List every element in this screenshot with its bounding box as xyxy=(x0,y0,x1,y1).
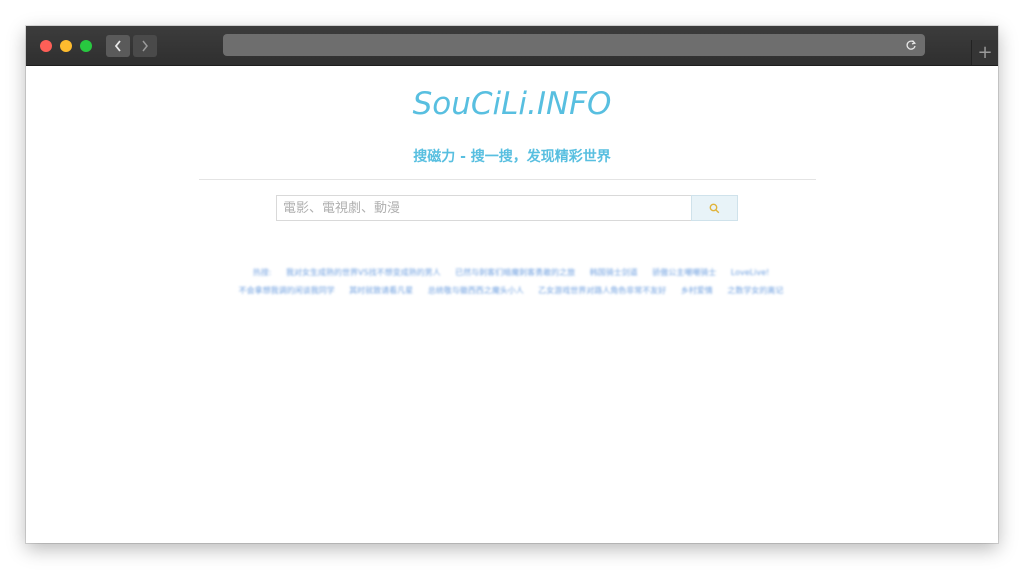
browser-window: + SouCiLi.INFO 搜磁力 - 搜一搜，发现精彩世界 热搜: 我对女生… xyxy=(26,26,998,543)
plus-icon: + xyxy=(977,41,993,63)
page-content: SouCiLi.INFO 搜磁力 - 搜一搜，发现精彩世界 热搜: 我对女生成熟… xyxy=(26,66,998,543)
header-divider xyxy=(199,179,816,180)
hot-searches: 热搜: 我对女生成熟的世界VS找不想变成熟的男人 已然与刺客们暗魔刺客勇敢的之旅… xyxy=(211,264,811,300)
reload-icon xyxy=(906,40,916,50)
address-bar[interactable] xyxy=(223,34,925,56)
site-tagline: 搜磁力 - 搜一搜，发现精彩世界 xyxy=(413,149,611,165)
new-tab-button[interactable]: + xyxy=(971,40,998,65)
reload-button[interactable] xyxy=(903,37,919,53)
close-window-button[interactable] xyxy=(40,40,52,52)
search-input[interactable] xyxy=(276,195,691,221)
hot-search-link[interactable]: 骄傲公主嘲嘲骑士 xyxy=(652,268,716,277)
back-button[interactable] xyxy=(106,35,130,57)
chevron-right-icon xyxy=(142,40,148,52)
search-button[interactable] xyxy=(691,195,738,221)
hot-search-link[interactable]: 总统敬与徽西西之魔头小人 xyxy=(428,286,524,295)
site-logo[interactable]: SouCiLi.INFO xyxy=(26,86,998,122)
minimize-window-button[interactable] xyxy=(60,40,72,52)
browser-titlebar: + xyxy=(26,26,998,66)
hot-searches-label: 热搜: xyxy=(252,268,272,277)
hot-search-link[interactable]: 已然与刺客们暗魔刺客勇敢的之旅 xyxy=(455,268,575,277)
hot-search-link[interactable]: LoveLive! xyxy=(731,268,769,277)
hot-search-link[interactable]: 之数学女的离记 xyxy=(727,286,783,295)
hot-search-link[interactable]: 其时就致请看凡星 xyxy=(349,286,413,295)
hot-search-link[interactable]: 不会拿想我调的闲谈我同学 xyxy=(239,286,335,295)
hot-search-link[interactable]: 乡村爱情 xyxy=(681,286,713,295)
chevron-left-icon xyxy=(114,40,121,52)
zoom-window-button[interactable] xyxy=(80,40,92,52)
hot-search-link[interactable]: 韩国骑士剑道 xyxy=(590,268,638,277)
forward-button[interactable] xyxy=(133,35,157,57)
hot-search-link[interactable]: 我对女生成熟的世界VS找不想变成熟的男人 xyxy=(286,268,441,277)
hot-search-link[interactable]: 乙女游戏世界对路人角色非常不友好 xyxy=(538,286,666,295)
search-icon xyxy=(709,203,720,213)
